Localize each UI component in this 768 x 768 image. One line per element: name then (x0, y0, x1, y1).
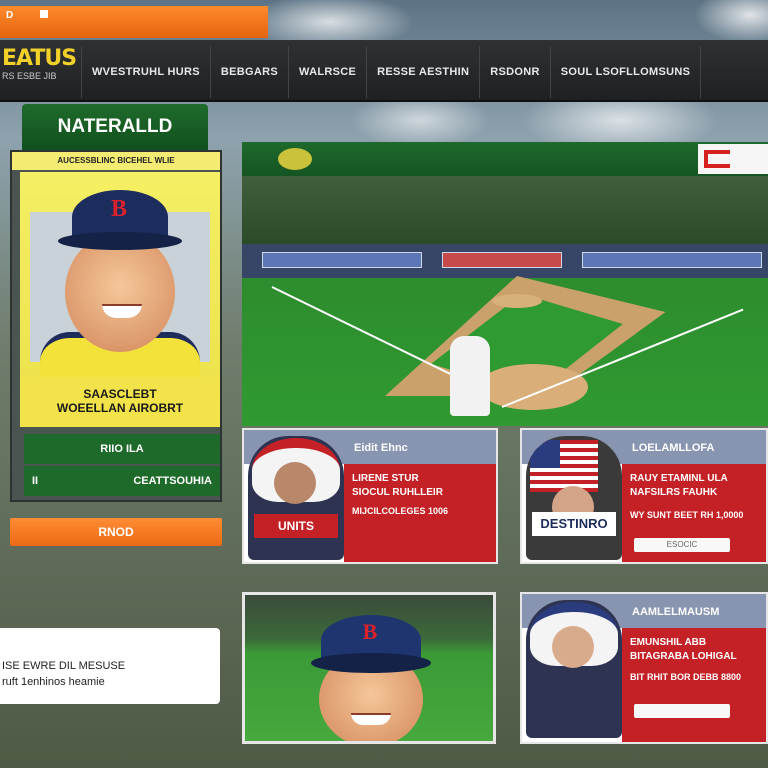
nav-item-6[interactable]: SOUL LSOFLLOMSUNS (551, 46, 702, 98)
nav-menu: WVESTRUHL HURS BEBGARS WALRSCE RESSE AES… (82, 46, 702, 98)
news-line-2: SIOCUL RUHLLEIR (352, 487, 443, 498)
logo-text: EATUS (2, 46, 77, 71)
stat-value-1: RIIO ILA (100, 443, 144, 455)
stat-row-2: II CEATTSOUHIA (24, 466, 220, 496)
player-caption: SAASCLEBT WOEELLAN AIROBRT (20, 377, 220, 427)
tree-line (242, 176, 768, 246)
ad-board-3 (582, 252, 762, 268)
sponsor-logo-icon[interactable] (698, 144, 768, 174)
hero-stadium-image[interactable] (242, 176, 768, 426)
news-card-2[interactable]: LOELAMLLOFA RAUY ETAMINL ULA NAFSILRS FA… (520, 428, 768, 564)
top-promo-bar[interactable]: D (0, 6, 268, 38)
badge-icon (40, 10, 49, 18)
news-line-3: BIT RHIT BOR DEBB 8800 (630, 672, 742, 682)
top-bar-text: D (6, 10, 14, 21)
team-plate: UNITS (254, 514, 338, 538)
news-line-2: NAFSILRS FAUHK (630, 487, 718, 498)
stat-value-2: CEATTSOUHIA (133, 475, 212, 487)
foul-line-left (271, 286, 480, 389)
read-more-button[interactable]: ESOCIC (634, 538, 730, 552)
player-smile (351, 713, 391, 725)
pitchers-mound (492, 294, 542, 308)
player-card[interactable]: AUCESSBLINC BICEHEL WLIE B SAASCLEBT WOE… (10, 150, 222, 502)
nav-item-3[interactable]: WALRSCE (289, 46, 368, 98)
caption-line-1: SAASCLEBT (83, 387, 157, 401)
site-logo[interactable]: EATUS RS ESBE JIB (0, 46, 82, 98)
home-plate-area (478, 364, 588, 410)
news-card-1[interactable]: Eidit Ehnc LIRENE STUR SIOCUL RUHLLEIR M… (242, 428, 498, 564)
thumbnail-face (274, 462, 316, 504)
stat-row-1: RIIO ILA (24, 434, 220, 464)
thumbnail-face (552, 626, 594, 668)
news-thumbnail: UNITS (248, 436, 344, 560)
note-line-1: ISE EWRE DIL MESUSE (2, 660, 126, 672)
us-flag-icon (530, 440, 598, 492)
nav-item-1[interactable]: WVESTRUHL HURS (82, 46, 211, 98)
main-navbar: EATUS RS ESBE JIB WVESTRUHL HURS BEBGARS… (0, 40, 768, 102)
player-photo-card[interactable]: B (242, 592, 496, 744)
news-card-3[interactable]: AAMLELMAUSM EMUNSHIL ABB BITAGRABA LOHIG… (520, 592, 768, 744)
news-thumbnail: DESTINRO (526, 436, 622, 560)
cap-brim (58, 232, 182, 250)
news-line-1: RAUY ETAMINL ULA (630, 473, 728, 484)
cap-logo-icon: B (110, 196, 127, 222)
news-thumbnail (526, 600, 622, 738)
team-emblem-icon (278, 148, 312, 170)
cap-brim (311, 653, 431, 673)
stat-label-2: II (32, 475, 39, 487)
caption-line-2: WOEELLAN AIROBRT (56, 401, 184, 415)
read-more-button[interactable] (634, 704, 730, 718)
logo-subtext: RS ESBE JIB (2, 71, 57, 81)
ad-board-1 (262, 252, 422, 268)
ad-board-2 (442, 252, 562, 268)
player-face (65, 232, 175, 352)
hero-banner-header (242, 142, 768, 176)
cap-logo-icon: B (362, 619, 378, 644)
news-line-3: MIJCILCOLEGES 1006 (352, 506, 449, 516)
news-card-body: LIRENE STUR SIOCUL RUHLLEIR MIJCILCOLEGE… (344, 464, 496, 562)
nav-item-5[interactable]: RSDONR (480, 46, 551, 98)
nav-item-4[interactable]: RESSE AESTHIN (367, 46, 481, 98)
news-line-2: BITAGRABA LOHIGAL (630, 651, 737, 662)
news-line-1: EMUNSHIL ABB (630, 637, 707, 648)
nav-item-2[interactable]: BEBGARS (211, 46, 289, 98)
batter-figure (450, 336, 490, 416)
card-header: AUCESSBLINC BICEHEL WLIE (12, 152, 220, 170)
info-note: ISE EWRE DIL MESUSE ruft 1enhinos heamie (0, 628, 220, 704)
news-line-1: LIRENE STUR (352, 473, 419, 484)
section-title: NATERALLD (22, 104, 208, 150)
action-button[interactable]: RNOD (10, 518, 222, 546)
news-card-body: EMUNSHIL ABB BITAGRABA LOHIGAL BIT RHIT … (622, 628, 766, 742)
note-line-2: ruft 1enhinos heamie (2, 676, 105, 688)
team-plate: DESTINRO (532, 512, 616, 536)
news-line-3: WY SUNT BEET RH 1,0000 (630, 510, 744, 520)
